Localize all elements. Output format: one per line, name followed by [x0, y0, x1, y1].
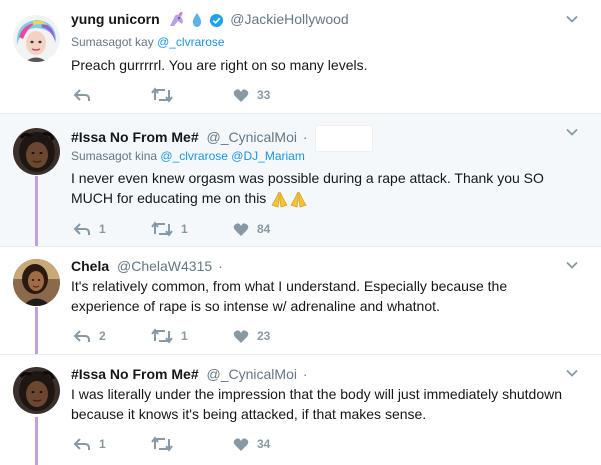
avatar[interactable] — [13, 128, 60, 175]
handle[interactable]: @ChelaW4315 — [117, 258, 212, 274]
retweet-button[interactable]: 1 — [151, 327, 188, 345]
redacted-timestamp — [315, 125, 374, 152]
reply-icon — [73, 330, 90, 342]
like-count: 34 — [257, 437, 271, 451]
separator-dot: · — [302, 129, 308, 146]
display-name[interactable]: #Issa No From Me# — [71, 366, 199, 382]
avatar[interactable] — [13, 15, 60, 62]
heart-icon — [233, 88, 249, 102]
display-name[interactable]: #Issa No From Me# — [71, 129, 199, 145]
like-count: 33 — [257, 88, 271, 102]
handle[interactable]: @_CynicalMoi — [207, 366, 297, 382]
mention-link[interactable]: @DJ_Mariam — [231, 149, 305, 163]
reply-icon — [73, 89, 90, 101]
thread-line — [35, 176, 38, 246]
tweet-3[interactable]: Chela @ChelaW4315 · It's relatively comm… — [0, 246, 601, 355]
avatar[interactable] — [13, 367, 60, 414]
tweet-header: #Issa No From Me# @_CynicalMoi · — [71, 366, 308, 382]
mention-link[interactable]: @_clvrarose — [160, 149, 228, 163]
like-button[interactable]: 33 — [233, 86, 270, 104]
reply-count: 1 — [99, 437, 106, 451]
chevron-down-icon[interactable] — [565, 258, 579, 272]
reply-button[interactable]: 2 — [73, 327, 106, 345]
tweet-text-line-2: MUCH for educating me on this — [71, 188, 571, 208]
like-button[interactable]: 84 — [233, 220, 270, 238]
reply-count: 1 — [99, 222, 106, 236]
reply-button[interactable] — [73, 86, 99, 104]
retweet-count: 1 — [181, 329, 188, 343]
like-count: 23 — [257, 329, 271, 343]
retweet-count: 1 — [181, 222, 188, 236]
reply-icon — [73, 438, 90, 450]
tweet-1[interactable]: yung unicorn @JackieHollywood Sumasagot … — [0, 0, 601, 114]
replying-to: Sumasagot kina @_clvrarose @DJ_Mariam — [71, 149, 305, 163]
chevron-down-icon[interactable] — [565, 125, 579, 139]
handle[interactable]: @JackieHollywood — [230, 11, 348, 27]
tweet-text: It's relatively common, from what I unde… — [71, 276, 571, 316]
tweet-text-line: I never even knew orgasm was possible du… — [71, 170, 544, 186]
avatar[interactable] — [13, 259, 60, 306]
tweet-text-line: I was literally under the impression tha… — [71, 386, 563, 402]
retweet-button[interactable] — [151, 435, 181, 453]
tweet-2[interactable]: #Issa No From Me# @_CynicalMoi · Sumasag… — [0, 114, 601, 246]
replying-prefix: Sumasagot kina — [71, 149, 158, 163]
display-name[interactable]: yung unicorn — [71, 11, 160, 27]
praying-hands-emoji-icon — [271, 191, 288, 208]
display-name[interactable]: Chela — [71, 258, 109, 274]
replying-to: Sumasagot kay @_clvrarose — [71, 35, 225, 49]
like-count: 84 — [257, 222, 271, 236]
separator-dot: · — [302, 366, 308, 382]
tweet-header: Chela @ChelaW4315 · — [71, 258, 223, 274]
tweet-text-line: It's relatively common, from what I unde… — [71, 278, 508, 294]
heart-icon — [233, 222, 249, 236]
thread-line — [35, 307, 38, 355]
handle[interactable]: @_CynicalMoi — [207, 129, 297, 145]
retweet-icon — [151, 328, 173, 344]
reply-count: 2 — [99, 329, 106, 343]
tweet-text-line: because it knows it's being attacked, if… — [71, 406, 427, 422]
tweet-text: Preach gurrrrrl. You are right on so man… — [71, 57, 368, 73]
verified-badge-icon — [210, 13, 224, 27]
like-button[interactable]: 23 — [233, 327, 270, 345]
separator-dot: · — [218, 258, 223, 274]
reply-button[interactable]: 1 — [73, 220, 106, 238]
tweet-text-line: experience of rape is so intense w/ adre… — [71, 298, 440, 314]
heart-icon — [233, 329, 249, 343]
mention-link[interactable]: @_clvrarose — [157, 35, 225, 49]
tweet-header: #Issa No From Me# @_CynicalMoi · — [71, 125, 374, 152]
thread-line — [35, 417, 38, 465]
retweet-icon — [151, 221, 173, 237]
tweet-text: I was literally under the impression tha… — [71, 384, 571, 424]
tweet-text-line: MUCH for educating me on this — [71, 190, 267, 206]
praying-hands-emoji-icon — [290, 191, 307, 208]
chevron-down-icon[interactable] — [565, 366, 579, 380]
retweet-button[interactable]: 1 — [151, 220, 188, 238]
reply-icon — [73, 223, 90, 235]
tweet-text: I never even knew orgasm was possible du… — [71, 168, 571, 208]
retweet-icon — [151, 87, 173, 103]
chevron-down-icon[interactable] — [565, 12, 579, 26]
tweet-header: yung unicorn @JackieHollywood — [71, 11, 349, 28]
replying-prefix: Sumasagot kay — [71, 35, 154, 49]
retweet-icon — [151, 436, 173, 452]
heart-icon — [233, 437, 249, 451]
reply-button[interactable]: 1 — [73, 435, 106, 453]
like-button[interactable]: 34 — [233, 435, 270, 453]
tweet-4[interactable]: #Issa No From Me# @_CynicalMoi · I was l… — [0, 354, 601, 465]
droplet-emoji-icon — [193, 13, 202, 28]
unicorn-emoji-icon — [169, 12, 183, 27]
retweet-button[interactable] — [151, 86, 181, 104]
